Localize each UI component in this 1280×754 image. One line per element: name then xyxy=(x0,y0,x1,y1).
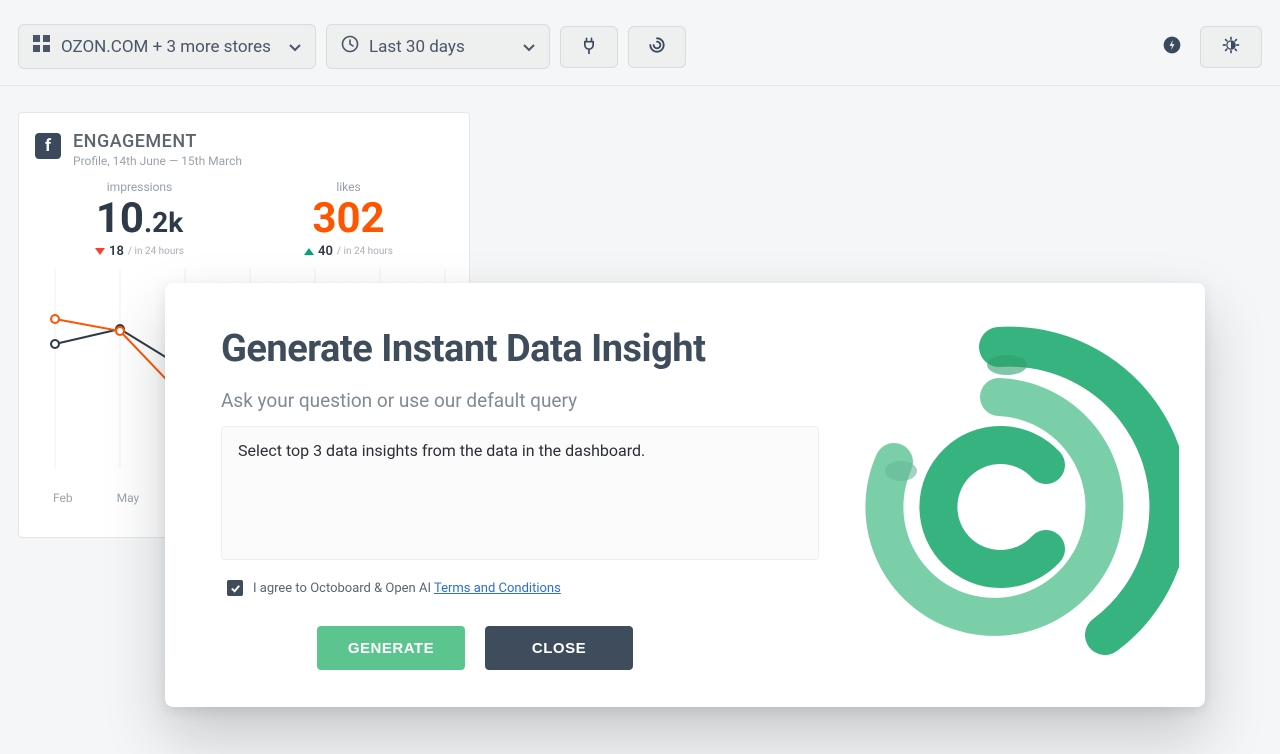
metric-label: impressions xyxy=(95,180,184,194)
consent-row: I agree to Octoboard & Open AI Terms and… xyxy=(221,580,841,596)
query-input[interactable] xyxy=(221,426,819,560)
connection-button[interactable] xyxy=(560,26,618,68)
modal-illustration xyxy=(841,327,1149,663)
bolt-icon xyxy=(1162,35,1182,59)
metric-delta: 40 / in 24 hours xyxy=(304,244,393,259)
date-range-selector[interactable]: Last 30 days xyxy=(326,24,550,69)
store-selector[interactable]: OZON.COM + 3 more stores xyxy=(18,24,316,69)
theme-toggle-button[interactable] xyxy=(1200,26,1262,68)
metric-delta: 18 / in 24 hours xyxy=(95,244,184,259)
store-selector-label: OZON.COM + 3 more stores xyxy=(61,37,271,57)
consent-text: I agree to Octoboard & Open AI Terms and… xyxy=(253,581,561,596)
x-label: May xyxy=(117,491,140,505)
metric-value: 302 xyxy=(304,196,393,242)
refresh-button[interactable] xyxy=(628,26,686,68)
metric-likes: likes 302 40 / in 24 hours xyxy=(304,180,393,259)
card-title: ENGAGEMENT xyxy=(73,131,242,152)
trend-down-icon xyxy=(95,248,105,255)
top-toolbar: OZON.COM + 3 more stores Last 30 days xyxy=(0,0,1280,86)
modal-subtitle: Ask your question or use our default que… xyxy=(221,389,841,412)
metric-label: likes xyxy=(304,180,393,194)
metric-value: 10.2k xyxy=(95,196,184,242)
terms-link[interactable]: Terms and Conditions xyxy=(434,581,561,596)
chevron-down-icon xyxy=(523,37,535,57)
bolt-button[interactable] xyxy=(1154,29,1190,65)
trend-up-icon xyxy=(304,248,314,255)
facebook-icon: f xyxy=(35,133,61,159)
x-label: Feb xyxy=(53,491,73,505)
plug-icon xyxy=(579,35,599,59)
card-subtitle: Profile, 14th June — 15th March xyxy=(73,154,242,168)
consent-checkbox[interactable] xyxy=(227,580,243,596)
theme-icon xyxy=(1221,35,1241,59)
metric-impressions: impressions 10.2k 18 / in 24 hours xyxy=(95,180,184,259)
clock-icon xyxy=(341,35,359,58)
date-range-label: Last 30 days xyxy=(369,37,465,57)
close-button[interactable]: CLOSE xyxy=(485,626,633,670)
grid-icon xyxy=(33,35,51,58)
refresh-spiral-icon xyxy=(647,35,667,59)
generate-button[interactable]: GENERATE xyxy=(317,626,465,670)
insight-modal: Generate Instant Data Insight Ask your q… xyxy=(165,283,1205,707)
modal-title: Generate Instant Data Insight xyxy=(221,327,841,371)
chevron-down-icon xyxy=(289,37,301,57)
